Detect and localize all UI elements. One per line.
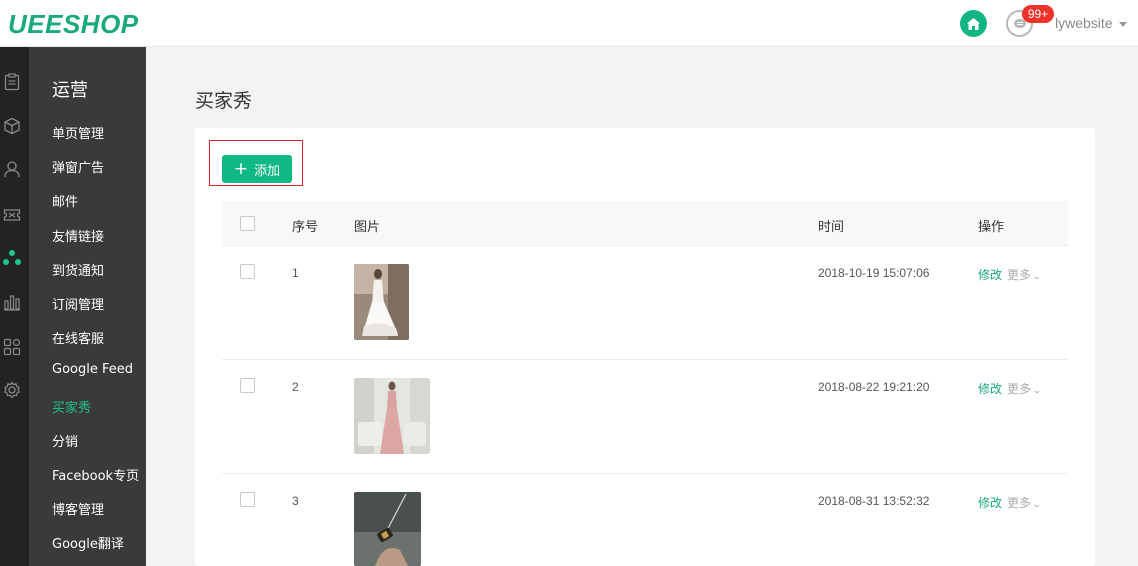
top-bar: UEESHOP 99+ lywebsite [0,0,1138,47]
orders-icon[interactable] [2,72,22,92]
table-row: 2 2018-08-22 19:21:20 修改 更多⌄ [222,360,1068,474]
sidebar-item-distribution[interactable]: 分销 [52,431,78,450]
chevron-down-icon: ⌄ [1031,272,1043,282]
home-button[interactable] [960,10,987,37]
user-menu[interactable]: lywebsite [1055,15,1127,31]
sidebar-item-pages[interactable]: 单页管理 [52,123,104,142]
caret-down-icon [1118,21,1127,27]
operations-icon[interactable] [2,248,22,268]
row-index: 3 [292,494,299,508]
add-button-label: 添加 [254,163,281,179]
products-icon[interactable] [2,116,22,136]
icon-rail [0,47,29,566]
row-time: 2018-08-22 19:21:20 [818,380,930,394]
edit-link[interactable]: 修改 [978,494,1002,511]
customers-icon[interactable] [2,159,22,179]
row-image[interactable] [354,378,430,454]
sidebar-item-facebook-page[interactable]: Facebook专页 [52,465,139,484]
stats-icon[interactable] [2,292,22,312]
more-label: 更多 [1007,496,1032,510]
more-label: 更多 [1007,268,1032,282]
row-index: 1 [292,266,299,280]
row-time: 2018-08-31 13:52:32 [818,494,930,508]
select-all-checkbox[interactable] [240,216,255,231]
add-button[interactable]: + 添加 [222,155,292,183]
chevron-down-icon: ⌄ [1031,386,1043,396]
sidebar-item-arrival-notice[interactable]: 到货通知 [52,260,104,279]
table-row: 1 2018-10-19 15:07:06 修改 更多⌄ [222,246,1068,360]
sidebar-item-live-chat[interactable]: 在线客服 [52,328,104,347]
sidebar: 运营 单页管理 弹窗广告 邮件 友情链接 到货通知 订阅管理 在线客服 Goog… [29,47,146,566]
header-actions: 操作 [978,220,1005,235]
sidebar-item-friend-links[interactable]: 友情链接 [52,226,104,245]
header-image: 图片 [354,220,381,235]
more-dropdown[interactable]: 更多⌄ [1007,380,1043,397]
coupon-icon[interactable] [2,205,22,225]
sidebar-item-buyer-show[interactable]: 买家秀 [52,397,91,416]
edit-link[interactable]: 修改 [978,266,1002,283]
table-header: 序号 图片 时间 操作 [222,201,1068,246]
row-time: 2018-10-19 15:07:06 [818,266,930,280]
username: lywebsite [1055,15,1113,31]
row-checkbox[interactable] [240,378,255,393]
logo[interactable]: UEESHOP [8,10,139,38]
more-dropdown[interactable]: 更多⌄ [1007,494,1043,511]
sidebar-item-subscriptions[interactable]: 订阅管理 [52,294,104,313]
page-title: 买家秀 [195,90,253,112]
apps-icon[interactable] [2,337,22,357]
row-checkbox[interactable] [240,492,255,507]
sidebar-item-popup-ads[interactable]: 弹窗广告 [52,157,104,176]
sidebar-item-google-translate[interactable]: Google翻译 [52,533,124,552]
sidebar-title: 运营 [52,80,88,101]
sidebar-item-blog[interactable]: 博客管理 [52,499,104,518]
home-icon [967,17,980,30]
more-label: 更多 [1007,382,1032,396]
sidebar-item-google-feed[interactable]: Google Feed [52,362,133,377]
row-index: 2 [292,380,299,394]
chevron-down-icon: ⌄ [1031,500,1043,510]
row-checkbox[interactable] [240,264,255,279]
notification-badge: 99+ [1022,5,1054,23]
plus-icon: + [233,158,249,179]
settings-icon[interactable] [2,380,22,400]
header-index: 序号 [292,220,319,235]
sidebar-item-email[interactable]: 邮件 [52,191,78,210]
header-time: 时间 [818,220,845,235]
row-image[interactable] [354,492,421,566]
table-row: 3 2018-08-31 13:52:32 修改 更多⌄ [222,474,1068,566]
edit-link[interactable]: 修改 [978,380,1002,397]
more-dropdown[interactable]: 更多⌄ [1007,266,1043,283]
row-image[interactable] [354,264,409,340]
